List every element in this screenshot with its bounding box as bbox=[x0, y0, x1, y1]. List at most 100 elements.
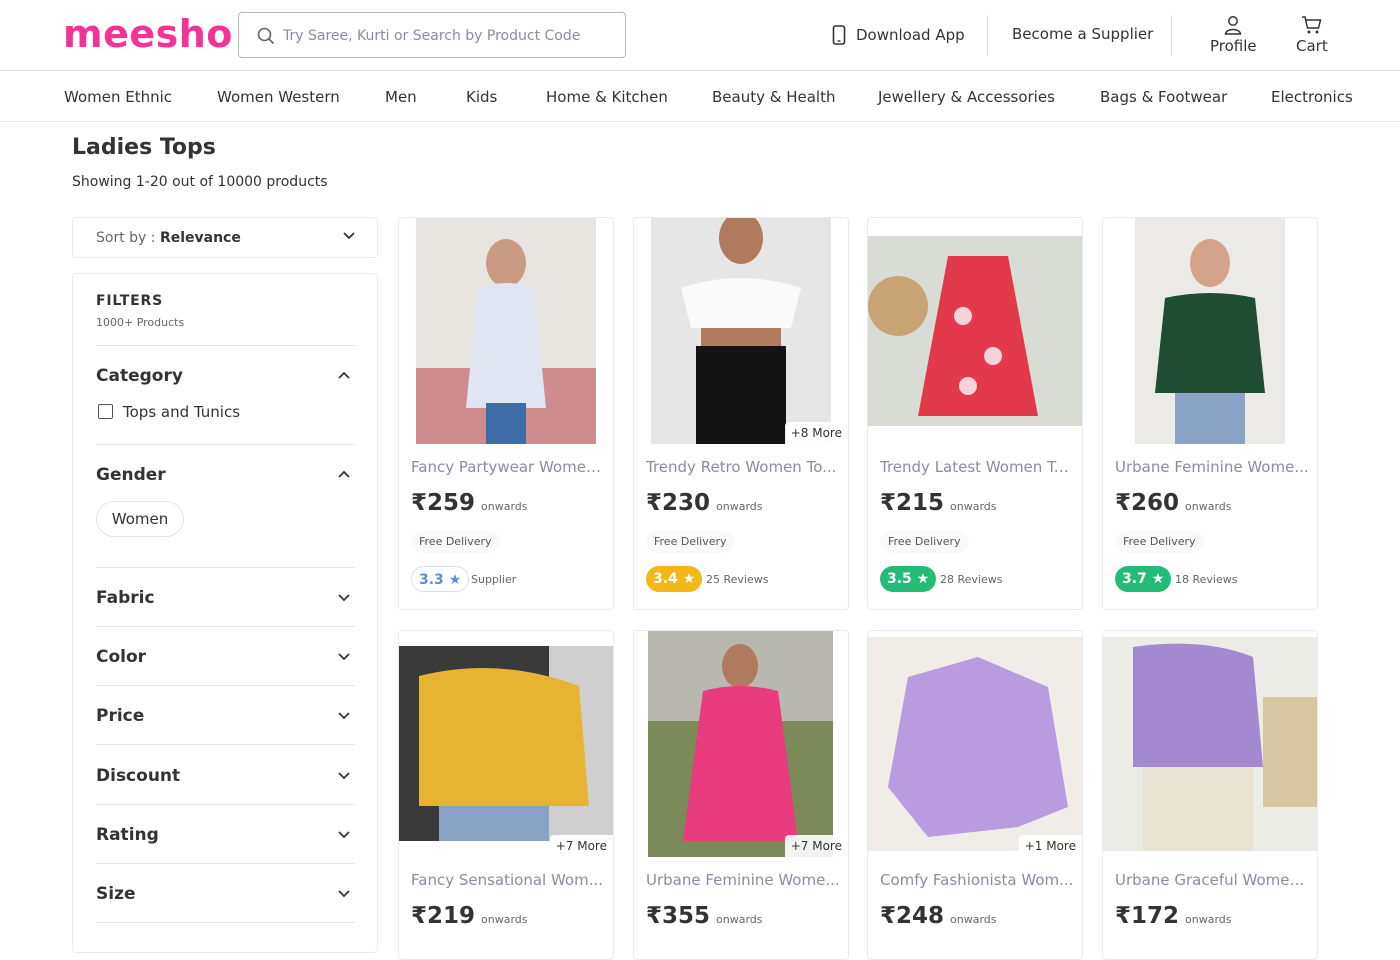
product-name[interactable]: Urbane Graceful Women... bbox=[1115, 871, 1311, 889]
meesho-logo[interactable]: meesho bbox=[63, 12, 233, 56]
product-name[interactable]: Trendy Latest Women To... bbox=[880, 458, 1076, 476]
product-name[interactable]: Fancy Partywear Women... bbox=[411, 458, 607, 476]
become-supplier-link[interactable]: Become a Supplier bbox=[1012, 25, 1153, 43]
mobile-icon bbox=[832, 25, 846, 45]
cart-button[interactable]: Cart bbox=[1296, 15, 1328, 55]
nav-bags-footwear[interactable]: Bags & Footwear bbox=[1100, 88, 1227, 106]
product-name[interactable]: Urbane Feminine Wome... bbox=[646, 871, 842, 889]
star-icon: ★ bbox=[682, 571, 696, 587]
product-photo bbox=[868, 637, 1082, 851]
product-price: ₹260 onwards bbox=[1115, 490, 1232, 516]
star-icon: ★ bbox=[1151, 571, 1165, 587]
filters-title: FILTERS bbox=[96, 293, 163, 309]
chevron-down-icon[interactable] bbox=[338, 772, 350, 780]
nav-men[interactable]: Men bbox=[385, 88, 417, 106]
product-image[interactable]: +1 More bbox=[868, 631, 1082, 857]
filter-gender-header[interactable]: Gender bbox=[96, 465, 166, 485]
nav-jewellery-accessories[interactable]: Jewellery & Accessories bbox=[878, 88, 1055, 106]
product-name[interactable]: Comfy Fashionista Wom... bbox=[880, 871, 1076, 889]
divider bbox=[96, 863, 355, 864]
divider bbox=[96, 567, 355, 568]
filter-category-header[interactable]: Category bbox=[96, 366, 183, 386]
product-photo bbox=[416, 218, 596, 444]
product-image[interactable]: +7 More bbox=[634, 631, 848, 857]
product-card[interactable]: +1 More Comfy Fashionista Wom... ₹248 onw… bbox=[867, 630, 1083, 960]
more-colors-label: +7 More bbox=[549, 835, 613, 857]
product-card[interactable]: Urbane Feminine Wome... ₹260 onwards Free… bbox=[1102, 217, 1318, 610]
product-photo bbox=[399, 646, 613, 841]
product-image[interactable] bbox=[868, 218, 1082, 444]
nav-women-ethnic[interactable]: Women Ethnic bbox=[64, 88, 172, 106]
divider bbox=[96, 744, 355, 745]
profile-label: Profile bbox=[1210, 37, 1257, 55]
star-icon: ★ bbox=[448, 572, 462, 588]
chevron-down-icon[interactable] bbox=[338, 831, 350, 839]
filter-color-header[interactable]: Color bbox=[96, 647, 146, 667]
product-image[interactable]: +7 More bbox=[399, 631, 613, 857]
divider bbox=[96, 685, 355, 686]
cart-label: Cart bbox=[1296, 37, 1328, 55]
more-colors-label: +8 More bbox=[784, 422, 848, 444]
divider bbox=[96, 804, 355, 805]
nav-beauty-health[interactable]: Beauty & Health bbox=[712, 88, 835, 106]
divider bbox=[96, 345, 355, 346]
chevron-down-icon[interactable] bbox=[338, 890, 350, 898]
header-divider bbox=[1171, 15, 1172, 55]
nav-home-kitchen[interactable]: Home & Kitchen bbox=[546, 88, 668, 106]
product-image[interactable] bbox=[1103, 218, 1317, 444]
search-box[interactable] bbox=[238, 12, 626, 58]
filters-count: 1000+ Products bbox=[96, 316, 185, 329]
chevron-down-icon[interactable] bbox=[338, 594, 350, 602]
download-app-link[interactable]: Download App bbox=[832, 24, 965, 46]
product-image[interactable] bbox=[1103, 631, 1317, 857]
product-name[interactable]: Trendy Retro Women To... bbox=[646, 458, 842, 476]
rating-badge: 3.4 ★ bbox=[646, 566, 703, 592]
product-price: ₹355 onwards bbox=[646, 903, 763, 929]
page-title: Ladies Tops bbox=[72, 135, 216, 160]
search-input[interactable] bbox=[283, 23, 613, 49]
profile-button[interactable]: Profile bbox=[1210, 15, 1257, 55]
sort-dropdown[interactable]: Sort by : Relevance bbox=[72, 217, 378, 258]
product-card[interactable]: +7 More Urbane Feminine Wome... ₹355 onwa… bbox=[633, 630, 849, 960]
rating-badge: 3.3 ★ bbox=[411, 566, 470, 592]
free-delivery-badge: Free Delivery bbox=[1115, 531, 1204, 553]
nav-kids[interactable]: Kids bbox=[466, 88, 497, 106]
tops-tunics-checkbox[interactable] bbox=[98, 404, 113, 419]
tops-tunics-label[interactable]: Tops and Tunics bbox=[123, 403, 240, 421]
free-delivery-badge: Free Delivery bbox=[646, 531, 735, 553]
filter-discount-header[interactable]: Discount bbox=[96, 766, 180, 786]
product-price: ₹259 onwards bbox=[411, 490, 528, 516]
rating-badge: 3.5 ★ bbox=[880, 566, 937, 592]
gender-women-chip[interactable]: Women bbox=[96, 501, 184, 537]
nav-electronics[interactable]: Electronics bbox=[1271, 88, 1353, 106]
product-card[interactable]: Urbane Graceful Women... ₹172 onwards bbox=[1102, 630, 1318, 960]
product-image[interactable]: +8 More bbox=[634, 218, 848, 444]
filter-price-header[interactable]: Price bbox=[96, 706, 144, 726]
divider bbox=[96, 626, 355, 627]
product-name[interactable]: Urbane Feminine Wome... bbox=[1115, 458, 1311, 476]
product-card[interactable]: +8 More Trendy Retro Women To... ₹230 onw… bbox=[633, 217, 849, 610]
free-delivery-badge: Free Delivery bbox=[880, 531, 969, 553]
chevron-down-icon[interactable] bbox=[338, 653, 350, 661]
product-image[interactable] bbox=[399, 218, 613, 444]
sort-value: Relevance bbox=[159, 230, 241, 246]
more-colors-label: +7 More bbox=[784, 835, 848, 857]
filter-rating-header[interactable]: Rating bbox=[96, 825, 159, 845]
product-card[interactable]: Fancy Partywear Women... ₹259 onwards Fre… bbox=[398, 217, 614, 610]
results-count: Showing 1-20 out of 10000 products bbox=[72, 174, 328, 190]
chevron-down-icon[interactable] bbox=[338, 712, 350, 720]
product-photo bbox=[651, 218, 831, 444]
chevron-up-icon[interactable] bbox=[338, 470, 350, 478]
review-count: 18 Reviews bbox=[1175, 573, 1238, 586]
filter-size-header[interactable]: Size bbox=[96, 884, 136, 904]
review-count: 28 Reviews bbox=[940, 573, 1003, 586]
product-price: ₹219 onwards bbox=[411, 903, 528, 929]
product-name[interactable]: Fancy Sensational Wom... bbox=[411, 871, 607, 889]
product-card[interactable]: Trendy Latest Women To... ₹215 onwards Fr… bbox=[867, 217, 1083, 610]
star-icon: ★ bbox=[916, 571, 930, 587]
chevron-up-icon[interactable] bbox=[338, 371, 350, 379]
product-card[interactable]: +7 More Fancy Sensational Wom... ₹219 onw… bbox=[398, 630, 614, 960]
filter-fabric-header[interactable]: Fabric bbox=[96, 588, 155, 608]
more-colors-label: +1 More bbox=[1018, 835, 1082, 857]
nav-women-western[interactable]: Women Western bbox=[217, 88, 340, 106]
